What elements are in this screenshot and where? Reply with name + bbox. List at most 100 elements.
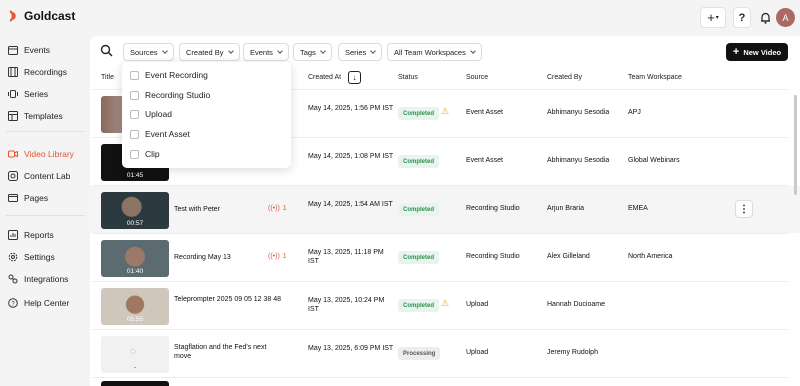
source-option-recording-studio[interactable]: Recording Studio <box>130 90 210 100</box>
sources-filter[interactable]: Sources <box>123 43 174 61</box>
video-title[interactable]: Stagflation and the Fed's next move <box>174 343 284 361</box>
brand-name: Goldcast <box>24 9 76 23</box>
sort-button[interactable]: ↓ <box>348 71 361 84</box>
video-thumbnail[interactable]: 05:55 <box>101 288 169 325</box>
logo[interactable]: Goldcast <box>8 9 75 23</box>
sidebar-item-help-center[interactable]: ? Help Center <box>8 296 69 310</box>
warning-icon[interactable]: ⚠ <box>441 298 449 309</box>
checkbox[interactable] <box>130 129 139 139</box>
created-at: May 13, 2025, 6:09 PM IST <box>308 345 394 352</box>
chevron-down-icon <box>161 48 168 54</box>
series-icon <box>8 90 18 98</box>
sidebar-item-integrations[interactable]: Integrations <box>8 272 68 286</box>
video-icon <box>8 150 18 158</box>
chevron-down-icon <box>277 48 283 54</box>
table-row[interactable]: 00:57 Test with Peter ((•)) 1 May 14, 202… <box>90 186 800 233</box>
created-at: May 14, 2025, 1:56 PM IST <box>308 105 394 112</box>
sidebar-item-content-lab[interactable]: Content Lab <box>8 169 70 183</box>
created-by-cell: Jeremy Rudolph <box>547 349 598 356</box>
checkbox[interactable] <box>130 149 139 159</box>
help-button[interactable]: ? <box>733 7 751 28</box>
events-filter[interactable]: Events <box>243 43 289 61</box>
table-row[interactable]: ◌ - Stagflation and the Fed's next move … <box>90 330 800 377</box>
chevron-down-icon <box>227 48 234 54</box>
column-header-created-at[interactable]: Created At <box>308 74 341 81</box>
source-option-upload[interactable]: Upload <box>130 109 172 119</box>
status-badge: Completed <box>398 107 440 120</box>
logo-mark-icon <box>9 10 16 22</box>
template-icon <box>8 111 18 121</box>
sidebar-divider <box>6 215 85 216</box>
chevron-down-icon <box>370 48 377 54</box>
lab-icon <box>8 171 18 181</box>
created-at: May 13, 2025, 11:18 PM IST <box>308 249 384 265</box>
video-title[interactable]: Teleprompter 2025 09 05 12 38 48 <box>174 295 284 304</box>
row-divider <box>93 377 788 378</box>
checkbox[interactable] <box>130 109 139 119</box>
live-indicator: ((•)) 1 <box>268 205 287 212</box>
status-badge: Completed <box>398 203 440 216</box>
video-thumbnail[interactable]: ◌ - <box>101 336 169 373</box>
created-by-filter[interactable]: Created By <box>179 43 240 61</box>
sidebar-item-reports[interactable]: Reports <box>8 228 54 242</box>
column-header-title[interactable]: Title <box>101 74 114 81</box>
pages-icon <box>8 194 18 202</box>
status-badge: Completed <box>398 155 440 168</box>
scrollbar[interactable] <box>794 95 797 195</box>
live-indicator: ((•)) 1 <box>268 253 287 260</box>
column-header-team-workspace[interactable]: Team Workspace <box>628 74 682 81</box>
workspaces-filter[interactable]: All Team Workspaces <box>387 43 482 61</box>
notifications-button[interactable] <box>756 7 774 28</box>
column-header-source[interactable]: Source <box>466 74 488 81</box>
search-icon <box>100 44 113 57</box>
video-thumbnail[interactable] <box>101 381 169 386</box>
checkbox[interactable] <box>130 70 139 80</box>
avatar[interactable]: A <box>776 8 795 27</box>
status-badge: Completed <box>398 251 440 264</box>
created-by-cell: Hannah Ducioame <box>547 301 605 308</box>
warning-icon[interactable]: ⚠ <box>441 106 449 117</box>
top-bar: Goldcast + ▾ ? A <box>0 0 800 36</box>
chevron-down-icon <box>320 48 326 54</box>
source-cell: Upload <box>466 349 489 356</box>
bell-icon <box>760 12 770 24</box>
checkbox[interactable] <box>130 90 139 100</box>
broadcast-icon: ((•)) <box>268 205 280 212</box>
sidebar-item-pages[interactable]: Pages <box>8 191 48 205</box>
sidebar-item-video-library[interactable]: Video Library <box>8 147 74 161</box>
video-thumbnail[interactable]: 01:40 <box>101 240 169 277</box>
add-menu-button[interactable]: + ▾ <box>700 7 726 28</box>
loading-spinner-icon: ◌ <box>130 346 136 357</box>
status-badge: Processing <box>398 347 441 360</box>
search-button[interactable] <box>100 44 116 60</box>
source-option-event-asset[interactable]: Event Asset <box>130 129 190 139</box>
source-cell: Recording Studio <box>466 205 520 212</box>
source-option-clip[interactable]: Clip <box>130 149 160 159</box>
workspace-cell: APJ <box>628 109 641 116</box>
sidebar-item-templates[interactable]: Templates <box>8 109 63 123</box>
created-by-cell: Abhimanyu Sesodia <box>547 157 610 164</box>
sidebar-item-settings[interactable]: Settings <box>8 250 55 264</box>
sidebar: Events Recordings Series Templates Video… <box>0 36 90 386</box>
column-header-status[interactable]: Status <box>398 74 418 81</box>
source-option-event-recording[interactable]: Event Recording <box>130 70 208 80</box>
new-video-button[interactable]: + New Video <box>726 43 788 61</box>
tags-filter[interactable]: Tags <box>293 43 332 61</box>
created-at: May 13, 2025, 10:24 PM IST <box>308 297 385 313</box>
duration-label: 01:45 <box>126 172 144 179</box>
series-filter[interactable]: Series <box>338 43 383 61</box>
calendar-icon <box>8 46 18 55</box>
more-vertical-icon: ⋮ <box>739 203 749 215</box>
sidebar-item-events[interactable]: Events <box>8 43 50 57</box>
column-header-created-by[interactable]: Created By <box>547 74 582 81</box>
source-cell: Event Asset <box>466 109 503 116</box>
duration-label: 05:55 <box>126 316 144 323</box>
table-row[interactable]: 01:40 Recording May 13 ((•)) 1 May 13, 20… <box>90 234 800 281</box>
row-menu-button[interactable]: ⋮ <box>735 200 753 218</box>
video-thumbnail[interactable]: 00:57 <box>101 192 169 229</box>
sidebar-item-series[interactable]: Series <box>8 87 48 101</box>
sources-dropdown-menu: Event Recording Recording Studio Upload … <box>122 62 291 168</box>
table-row[interactable]: 05:55 Teleprompter 2025 09 05 12 38 48 M… <box>90 282 800 329</box>
source-cell: Upload <box>466 301 489 308</box>
sidebar-item-recordings[interactable]: Recordings <box>8 65 67 79</box>
